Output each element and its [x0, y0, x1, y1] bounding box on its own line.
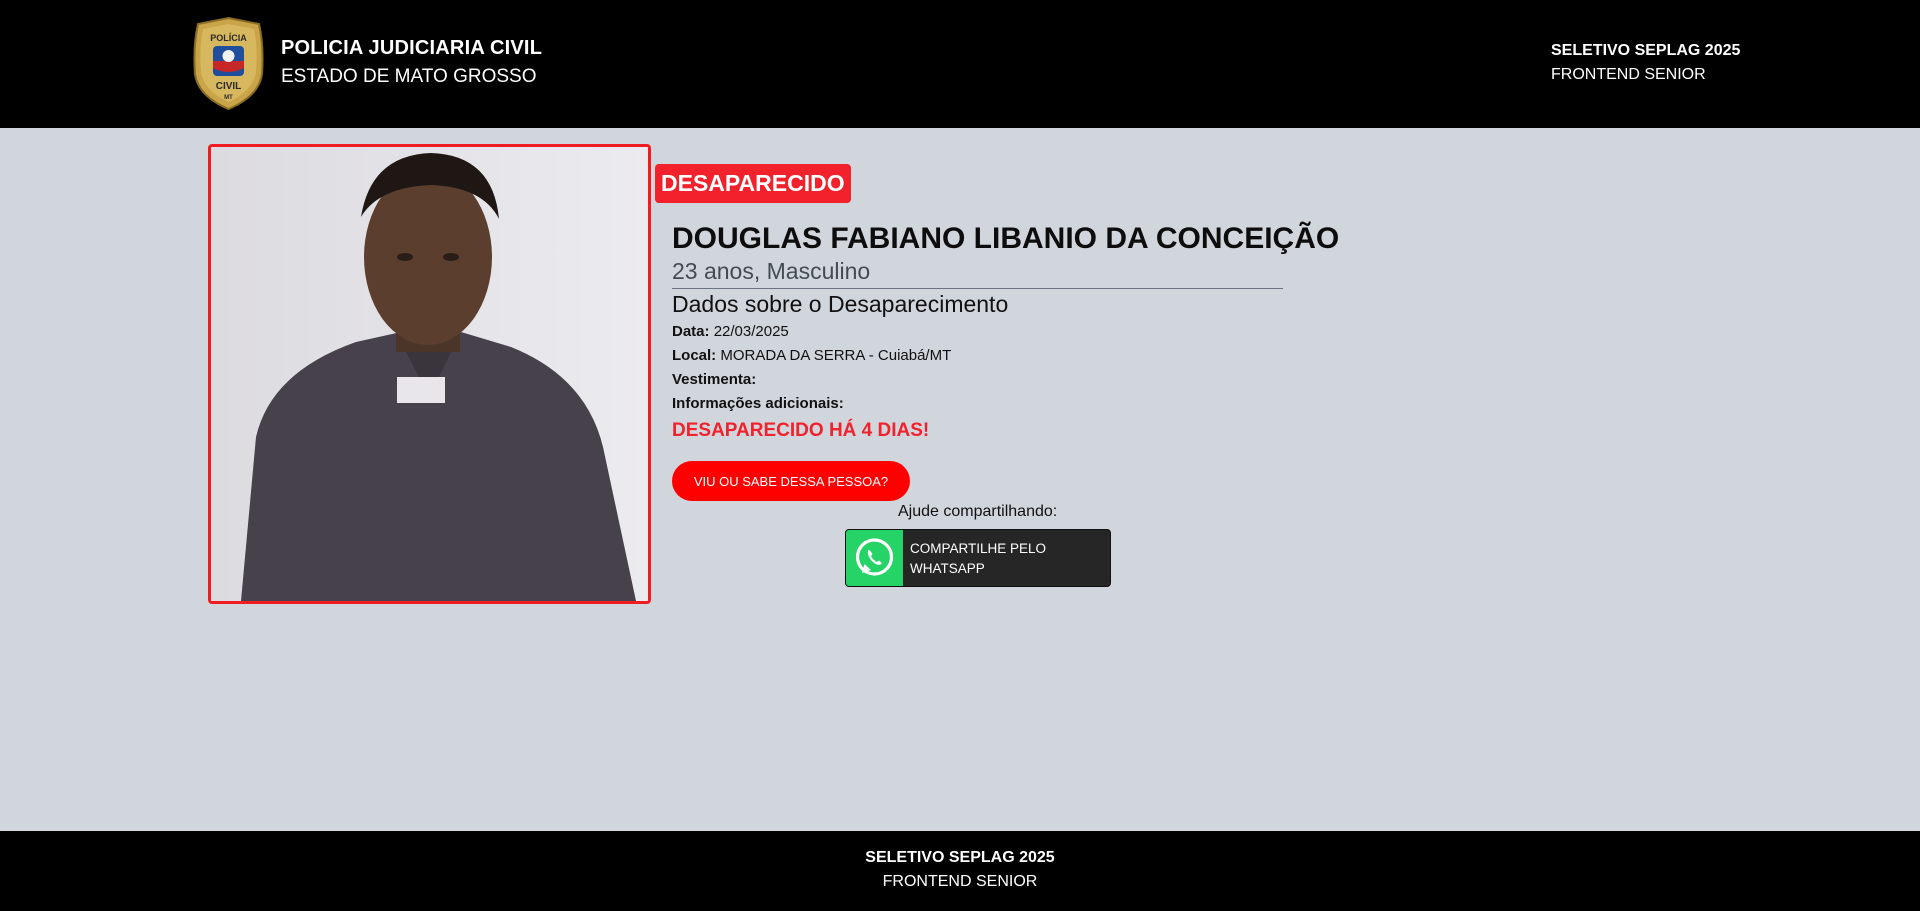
- person-name: DOUGLAS FABIANO LIBANIO DA CONCEIÇÃO: [672, 222, 1340, 255]
- site-header: POLÍCIA CIVIL MT POLICIA JUDICIARIA CIVI…: [0, 0, 1920, 128]
- section-title: Dados sobre o Desaparecimento: [672, 291, 1009, 317]
- brand-subtitle: ESTADO DE MATO GROSSO: [281, 66, 537, 87]
- field-location: Local: MORADA DA SERRA - Cuiabá/MT: [672, 347, 951, 364]
- header-project-role: FRONTEND SENIOR: [1551, 66, 1706, 83]
- logo-top-text: POLÍCIA: [210, 33, 247, 43]
- field-date: Data: 22/03/2025: [672, 323, 789, 340]
- additional-info-label: Informações adicionais:: [672, 395, 844, 412]
- brand-title: POLICIA JUDICIARIA CIVIL: [281, 37, 543, 59]
- whatsapp-icon-container: [846, 530, 903, 586]
- person-photo: [208, 144, 651, 604]
- whatsapp-button-label: COMPARTILHE PELO WHATSAPP: [910, 541, 1047, 576]
- police-badge-logo[interactable]: POLÍCIA CIVIL MT: [191, 16, 266, 111]
- clothing-label: Vestimenta:: [672, 371, 757, 388]
- date-label: Data:: [672, 323, 710, 340]
- person-age-gender: 23 anos, Masculino: [672, 258, 871, 284]
- share-label: Ajude compartilhando:: [898, 503, 1058, 520]
- location-label: Local:: [672, 347, 717, 364]
- logo-small-text: MT: [224, 95, 233, 101]
- site-footer: SELETIVO SEPLAG 2025 FRONTEND SENIOR: [0, 831, 1920, 911]
- field-clothing: Vestimenta:: [672, 371, 756, 388]
- whatsapp-icon: [855, 538, 894, 576]
- person-photo-image: [211, 147, 648, 601]
- header-project-name: SELETIVO SEPLAG 2025: [1551, 42, 1741, 59]
- location-value: MORADA DA SERRA - Cuiabá/MT: [720, 347, 952, 364]
- days-missing-alert: DESAPARECIDO HÁ 4 DIAS!: [672, 420, 930, 441]
- whatsapp-share-button[interactable]: COMPARTILHE PELO WHATSAPP: [845, 529, 1111, 587]
- field-additional-info: Informações adicionais:: [672, 395, 844, 412]
- report-sighting-button[interactable]: VIU OU SABE DESSA PESSOA?: [672, 461, 910, 501]
- logo-bottom-text: CIVIL: [216, 81, 242, 92]
- footer-project-role: FRONTEND SENIOR: [882, 873, 1038, 890]
- divider: [672, 288, 1283, 289]
- footer-project-name: SELETIVO SEPLAG 2025: [865, 849, 1055, 866]
- date-value: 22/03/2025: [713, 323, 789, 340]
- status-tag: DESAPARECIDO: [655, 164, 851, 203]
